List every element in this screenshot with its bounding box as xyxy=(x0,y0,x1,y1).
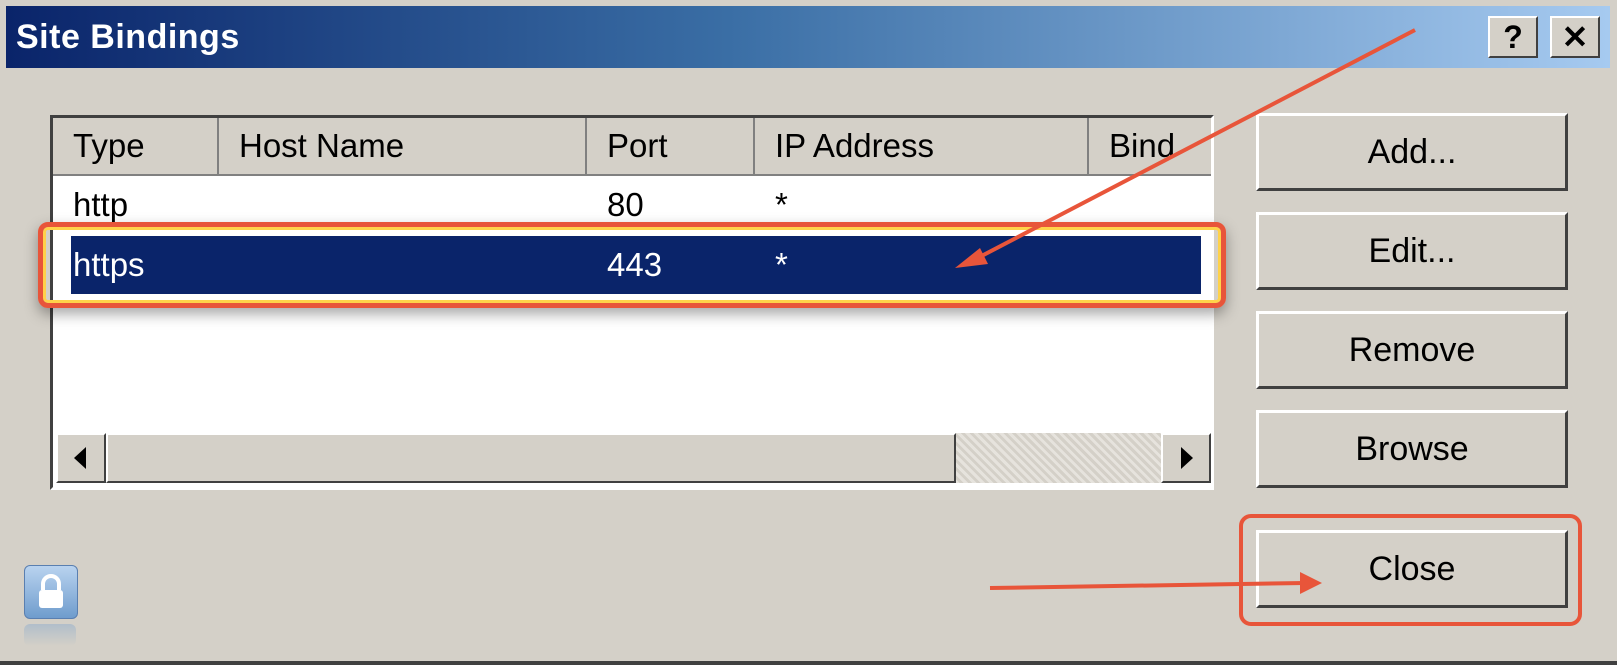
scroll-left-arrow-icon xyxy=(74,447,86,469)
close-window-button[interactable]: ✕ xyxy=(1550,16,1600,58)
horizontal-scrollbar[interactable] xyxy=(56,433,1211,483)
remove-button[interactable]: Remove xyxy=(1256,311,1568,389)
column-header-port[interactable]: Port xyxy=(587,118,755,176)
window-title: Site Bindings xyxy=(16,18,240,56)
site-bindings-dialog: Site Bindings ? ✕ Type Host Name Port IP… xyxy=(0,0,1617,665)
column-header-binding[interactable]: Bind xyxy=(1089,118,1211,176)
column-header-ip-address[interactable]: IP Address xyxy=(755,118,1089,176)
browse-button-label: Browse xyxy=(1355,430,1469,468)
scroll-left-button[interactable] xyxy=(56,433,106,483)
edit-button-label: Edit... xyxy=(1368,232,1456,270)
lock-icon-reflection xyxy=(24,624,76,646)
scrollbar-thumb[interactable] xyxy=(106,433,956,483)
add-button-label: Add... xyxy=(1367,133,1457,171)
help-button[interactable]: ? xyxy=(1488,16,1538,58)
lock-icon xyxy=(24,565,78,619)
remove-button-label: Remove xyxy=(1348,331,1476,369)
browse-button[interactable]: Browse xyxy=(1256,410,1568,488)
scroll-right-arrow-icon xyxy=(1181,447,1193,469)
column-header-type[interactable]: Type xyxy=(53,118,219,176)
lock-glyph xyxy=(39,574,63,608)
edit-button[interactable]: Edit... xyxy=(1256,212,1568,290)
close-button-label: Close xyxy=(1368,550,1456,588)
selected-row-annotation xyxy=(38,222,1226,308)
column-header-host-name[interactable]: Host Name xyxy=(219,118,587,176)
close-button[interactable]: Close xyxy=(1256,530,1568,608)
scroll-right-button[interactable] xyxy=(1161,433,1211,483)
add-button[interactable]: Add... xyxy=(1256,113,1568,191)
title-bar[interactable]: Site Bindings ? ✕ xyxy=(6,6,1610,68)
